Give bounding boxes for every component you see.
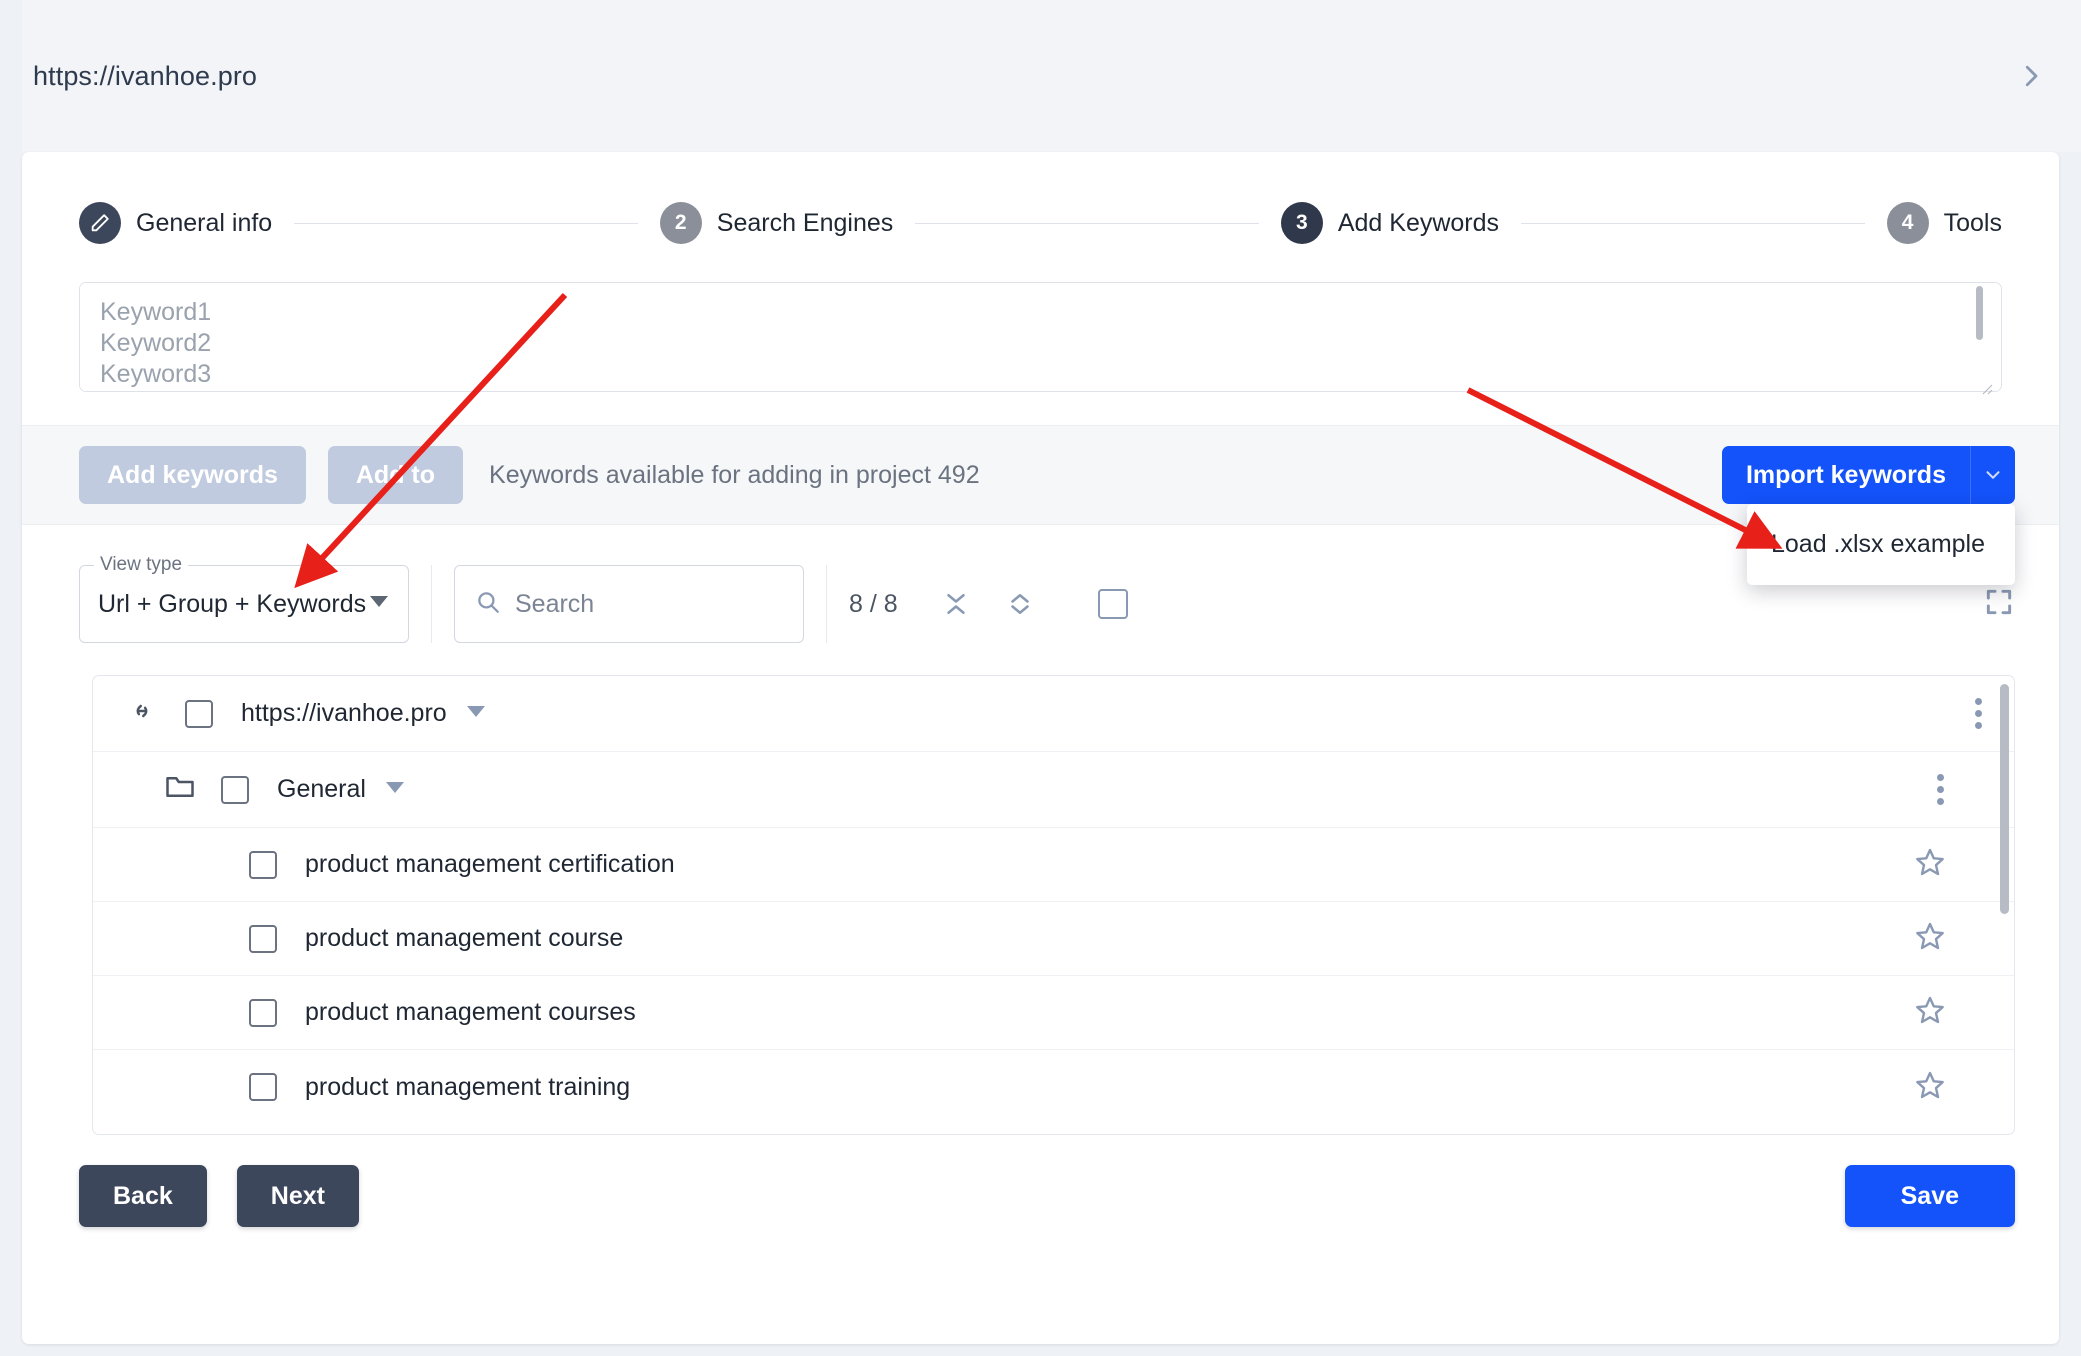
tree-row-keyword[interactable]: product management courses <box>93 976 2014 1050</box>
wizard-stepper: General info 2 Search Engines 3 Add Keyw… <box>22 152 2059 256</box>
step-divider <box>294 222 638 224</box>
step-add-keywords[interactable]: 3 Add Keywords <box>1280 202 1500 244</box>
star-outline-icon[interactable] <box>1914 846 1946 883</box>
back-button[interactable]: Back <box>79 1165 207 1227</box>
tree-label-group: General <box>277 775 366 803</box>
step-label-add-keywords: Add Keywords <box>1337 208 1500 237</box>
step-number-3: 3 <box>1280 202 1323 244</box>
chevron-right-icon[interactable] <box>2014 59 2048 93</box>
select-all-checkbox[interactable] <box>1097 589 1128 619</box>
save-button[interactable]: Save <box>1844 1165 2015 1227</box>
tree-row-keyword[interactable]: product management training <box>93 1050 2014 1124</box>
import-keywords-group: Import keywords Load .xlsx example <box>1721 446 2015 585</box>
keywords-tree: https://ivanhoe.pro General product mana… <box>92 675 2015 1135</box>
keywords-action-bar: Add keywords Add to Keywords available f… <box>22 425 2059 585</box>
tree-row-group[interactable]: General <box>93 752 2014 828</box>
tree-label-keyword: product management certification <box>305 850 675 878</box>
tree-checkbox-keyword[interactable] <box>249 924 277 953</box>
tree-checkbox-url[interactable] <box>185 699 213 728</box>
step-label-search-engines: Search Engines <box>716 208 894 237</box>
tree-row-url[interactable]: https://ivanhoe.pro <box>93 676 2014 752</box>
search-input[interactable] <box>515 589 783 619</box>
caret-down-icon[interactable] <box>370 595 388 613</box>
tree-label-keyword: product management training <box>305 1072 631 1101</box>
view-type-label: View type <box>94 554 189 576</box>
tree-row-keyword[interactable]: product management course <box>93 902 2014 976</box>
keywords-input-section <box>22 256 2059 397</box>
star-outline-icon[interactable] <box>1914 994 1946 1031</box>
step-tools[interactable]: 4 Tools <box>1886 202 2002 244</box>
star-outline-icon[interactable] <box>1914 920 1946 957</box>
dropdown-item-load-xlsx-example[interactable]: Load .xlsx example <box>1747 518 2015 571</box>
tree-checkbox-keyword[interactable] <box>249 998 277 1027</box>
caret-down-icon[interactable] <box>385 781 404 799</box>
collapse-all-icon[interactable] <box>934 582 978 626</box>
keywords-availability-text: Keywords available for adding in project… <box>489 460 980 489</box>
import-keywords-dropdown: Load .xlsx example <box>1747 504 2015 585</box>
step-divider <box>1521 222 1865 224</box>
wizard-footer: Back Next Save <box>22 1135 2059 1227</box>
tree-row-keyword[interactable]: product management certification <box>93 828 2014 902</box>
star-outline-icon[interactable] <box>1914 1069 1946 1106</box>
link-icon <box>127 696 157 731</box>
app-root: https://ivanhoe.pro General info 2 Searc… <box>0 0 2081 1356</box>
keywords-textarea[interactable] <box>79 282 2002 392</box>
tree-checkbox-keyword[interactable] <box>249 1073 277 1101</box>
step-search-engines[interactable]: 2 Search Engines <box>659 202 894 244</box>
view-type-value: Url + Group + Keywords <box>98 589 367 618</box>
fullscreen-icon[interactable] <box>1983 586 2015 623</box>
tree-label-keyword: product management course <box>305 924 624 952</box>
step-divider <box>915 222 1259 224</box>
pencil-icon <box>79 202 121 244</box>
tree-label-keyword: product management courses <box>305 998 636 1026</box>
kebab-menu-icon[interactable] <box>1975 698 1982 729</box>
step-label-tools: Tools <box>1943 208 2002 237</box>
kebab-menu-icon[interactable] <box>1937 774 1944 805</box>
add-to-button[interactable]: Add to <box>327 446 464 504</box>
search-field[interactable] <box>454 565 804 643</box>
view-type-select[interactable]: View type Url + Group + Keywords <box>79 554 409 643</box>
step-number-2: 2 <box>659 202 702 244</box>
divider <box>826 565 827 643</box>
step-label-general-info: General info <box>136 208 273 237</box>
tree-checkbox-keyword[interactable] <box>249 850 277 879</box>
import-keywords-button[interactable]: Import keywords <box>1721 446 1970 504</box>
project-header: https://ivanhoe.pro <box>22 0 2081 152</box>
folder-icon <box>165 774 195 805</box>
wizard-card: General info 2 Search Engines 3 Add Keyw… <box>22 152 2059 1344</box>
project-url: https://ivanhoe.pro <box>33 60 258 91</box>
divider <box>431 565 432 643</box>
caret-down-icon[interactable] <box>466 705 485 723</box>
add-keywords-button[interactable]: Add keywords <box>79 446 306 504</box>
expand-all-icon[interactable] <box>998 582 1042 626</box>
keywords-count: 8 / 8 <box>849 589 898 618</box>
step-number-4: 4 <box>1886 202 1929 244</box>
tree-checkbox-group[interactable] <box>221 775 249 804</box>
step-general-info[interactable]: General info <box>79 202 272 244</box>
tree-scrollbar[interactable] <box>2000 684 2009 914</box>
next-button[interactable]: Next <box>236 1165 359 1227</box>
search-icon <box>475 589 501 620</box>
tree-label-url: https://ivanhoe.pro <box>241 699 447 727</box>
chevron-down-icon[interactable] <box>1970 446 2015 504</box>
